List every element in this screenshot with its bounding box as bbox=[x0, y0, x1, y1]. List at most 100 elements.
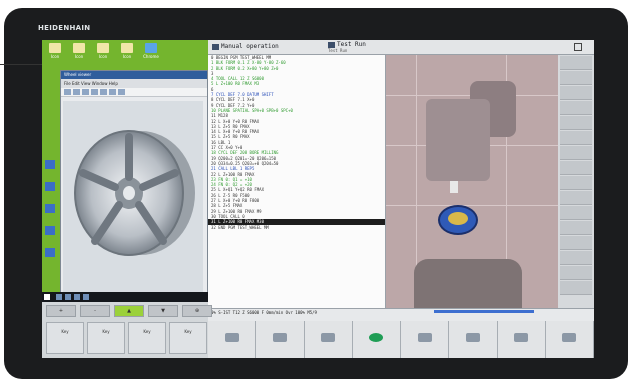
app-icon[interactable] bbox=[45, 160, 55, 169]
vertical-softkeys bbox=[558, 55, 594, 308]
folder-icon bbox=[73, 43, 85, 53]
cycle-start-icon bbox=[369, 333, 384, 342]
vertical-softkey[interactable] bbox=[560, 71, 592, 85]
tool-icon[interactable] bbox=[64, 89, 71, 95]
window-close-icon[interactable] bbox=[574, 43, 582, 51]
program-line[interactable]: 32 END PGM TEST_WHEEL MM bbox=[208, 225, 385, 230]
left-key[interactable]: - bbox=[80, 305, 110, 317]
workpiece-wheel-icon bbox=[438, 205, 478, 235]
vertical-softkey[interactable] bbox=[560, 161, 592, 175]
app-icon[interactable] bbox=[45, 248, 55, 257]
start-button[interactable] bbox=[44, 294, 50, 300]
taskbar-icon[interactable] bbox=[56, 294, 62, 300]
desktop-icon[interactable]: Icon bbox=[94, 43, 112, 59]
taskbar-icons bbox=[56, 294, 89, 300]
softkey[interactable] bbox=[353, 321, 401, 358]
softkey-icon bbox=[321, 333, 336, 342]
softkey-bar bbox=[208, 321, 594, 358]
spindle-head bbox=[426, 99, 490, 181]
mode-manual-operation[interactable]: Manual operation bbox=[212, 43, 279, 50]
app-icon[interactable] bbox=[45, 204, 55, 213]
left-key[interactable]: + bbox=[46, 305, 76, 317]
brand-logo: HEIDENHAIN bbox=[38, 24, 91, 32]
taskbar-icon[interactable] bbox=[65, 294, 71, 300]
softkey-icon bbox=[465, 333, 480, 342]
desktop-icon[interactable]: Icon bbox=[118, 43, 136, 59]
vertical-softkey[interactable] bbox=[560, 236, 592, 250]
left-key[interactable]: ▼ bbox=[148, 305, 178, 317]
mode-header: Manual operation Test Run Test Run bbox=[208, 40, 594, 55]
folder-icon bbox=[49, 43, 61, 53]
desktop-icon-label: Icon bbox=[50, 54, 60, 59]
desktop-icons: Icon Icon Icon Icon Chrome bbox=[46, 43, 160, 59]
tool-icon[interactable] bbox=[91, 89, 98, 95]
vertical-softkey[interactable] bbox=[560, 86, 592, 100]
vertical-softkey[interactable] bbox=[560, 281, 592, 295]
softkey-icon bbox=[224, 333, 239, 342]
left-key[interactable]: ⊕ bbox=[182, 305, 212, 317]
vertical-softkey[interactable] bbox=[560, 116, 592, 130]
screen: Icon Icon Icon Icon Chrome Wheel viewer File… bbox=[42, 40, 594, 358]
windows-taskbar bbox=[42, 292, 208, 302]
softkey[interactable] bbox=[208, 321, 257, 358]
softkey[interactable] bbox=[546, 321, 594, 358]
desktop-icon-label: Chrome bbox=[143, 54, 159, 59]
nc-program-listing[interactable]: 0 BEGIN PGM TEST_WHEEL MM 1 BLK FORM 0.1 … bbox=[208, 55, 386, 308]
app-icon[interactable] bbox=[45, 182, 55, 191]
manual-mode-icon bbox=[212, 43, 219, 50]
desktop-icon-label: Icon bbox=[74, 54, 84, 59]
tool-icon[interactable] bbox=[118, 89, 125, 95]
status-text: 0% S-IST T12 Z S6000 F 0mm/min Ovr 100% … bbox=[211, 310, 317, 315]
viewer-menu[interactable]: File Edit View Window Help bbox=[61, 79, 207, 88]
left-keypad-row2: Key Key Key Key bbox=[46, 322, 207, 354]
desktop-icon[interactable]: Chrome bbox=[142, 43, 160, 59]
softkey-icon bbox=[514, 333, 529, 342]
tool-icon[interactable] bbox=[82, 89, 89, 95]
vertical-softkey[interactable] bbox=[560, 251, 592, 265]
status-bar: 0% S-IST T12 Z S6000 F 0mm/min Ovr 100% … bbox=[208, 308, 594, 321]
left-softkey[interactable]: Key bbox=[169, 322, 207, 354]
vertical-softkey[interactable] bbox=[560, 101, 592, 115]
cad-viewer-window[interactable]: Wheel viewer File Edit View Window Help bbox=[60, 70, 208, 298]
desktop-icon[interactable]: Icon bbox=[70, 43, 88, 59]
softkey[interactable] bbox=[498, 321, 546, 358]
left-softkey[interactable]: Key bbox=[128, 322, 166, 354]
viewer-toolbar[interactable] bbox=[61, 88, 207, 97]
vertical-softkey[interactable] bbox=[560, 191, 592, 205]
vertical-softkey[interactable] bbox=[560, 221, 592, 235]
simulation-view[interactable] bbox=[386, 55, 558, 308]
left-key[interactable]: ▲ bbox=[114, 305, 144, 317]
desktop-icon[interactable]: Icon bbox=[46, 43, 64, 59]
vertical-softkey[interactable] bbox=[560, 56, 592, 70]
windows-desktop: Icon Icon Icon Icon Chrome Wheel viewer File… bbox=[42, 40, 208, 302]
vertical-softkey[interactable] bbox=[560, 176, 592, 190]
tool-icon[interactable] bbox=[100, 89, 107, 95]
folder-icon bbox=[145, 43, 157, 53]
mode-test-run[interactable]: Test Run Test Run bbox=[328, 41, 366, 53]
left-softkey[interactable]: Key bbox=[87, 322, 125, 354]
viewer-canvas[interactable] bbox=[63, 101, 203, 293]
tool-icon bbox=[450, 181, 458, 193]
softkey-icon bbox=[417, 333, 432, 342]
app-icon[interactable] bbox=[45, 226, 55, 235]
folder-icon bbox=[121, 43, 133, 53]
desktop-side-icons bbox=[45, 160, 55, 270]
softkey-icon bbox=[562, 333, 577, 342]
vertical-softkey[interactable] bbox=[560, 206, 592, 220]
progress-bar bbox=[434, 310, 534, 313]
taskbar-icon[interactable] bbox=[74, 294, 80, 300]
vertical-softkey[interactable] bbox=[560, 146, 592, 160]
rotary-table bbox=[414, 259, 522, 308]
left-softkey[interactable]: Key bbox=[46, 322, 84, 354]
softkey[interactable] bbox=[401, 321, 450, 358]
softkey[interactable] bbox=[305, 321, 353, 358]
taskbar-icon[interactable] bbox=[83, 294, 89, 300]
tool-icon[interactable] bbox=[73, 89, 80, 95]
softkey[interactable] bbox=[256, 321, 305, 358]
softkey[interactable] bbox=[449, 321, 498, 358]
vertical-softkey[interactable] bbox=[560, 131, 592, 145]
folder-icon bbox=[97, 43, 109, 53]
left-keypad: + - ▲ ▼ ⊕ Key Key Key Key bbox=[42, 302, 212, 358]
vertical-softkey[interactable] bbox=[560, 266, 592, 280]
tool-icon[interactable] bbox=[109, 89, 116, 95]
